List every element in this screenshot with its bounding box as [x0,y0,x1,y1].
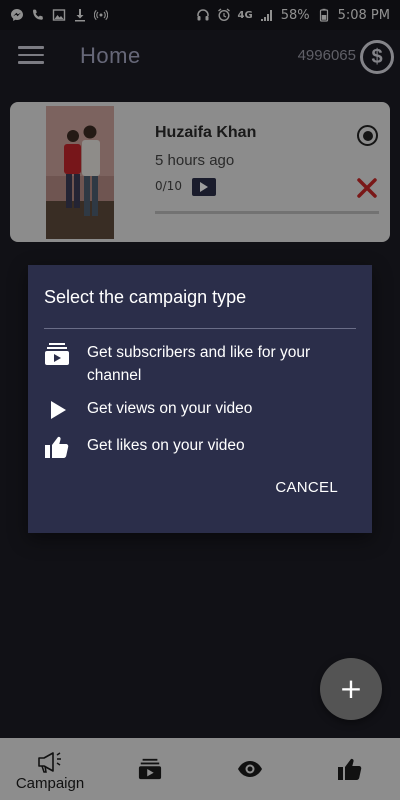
option-label: Get views on your video [87,400,253,417]
plus-icon: + [339,672,363,705]
option-label: Get subscribers and like for your channe… [87,344,311,384]
option-subscribers[interactable]: Get subscribers and like for your channe… [44,341,356,387]
nav-campaign-label: Campaign [15,774,85,792]
megaphone-icon [38,751,61,773]
play-icon [44,397,70,423]
subscriptions-icon [138,758,162,780]
cancel-button[interactable]: CANCEL [275,479,338,496]
bottom-navigation: Campaign [0,738,400,800]
dialog-title: Select the campaign type [44,287,247,307]
campaign-type-dialog: Select the campaign type Get subscribers… [28,265,372,533]
nav-subscriptions[interactable] [100,738,200,800]
option-label: Get likes on your video [87,437,245,454]
add-campaign-button[interactable]: + [320,658,382,720]
option-likes[interactable]: Get likes on your video [44,434,356,460]
thumb-up-icon [44,434,70,460]
thumb-up-icon [338,758,362,780]
option-views[interactable]: Get views on your video [44,397,356,423]
dialog-divider [44,328,356,329]
nav-likes[interactable] [300,738,400,800]
eye-icon [238,761,262,777]
nav-views[interactable] [200,738,300,800]
subscriptions-icon [44,341,70,367]
nav-campaign[interactable]: Campaign [0,742,100,800]
